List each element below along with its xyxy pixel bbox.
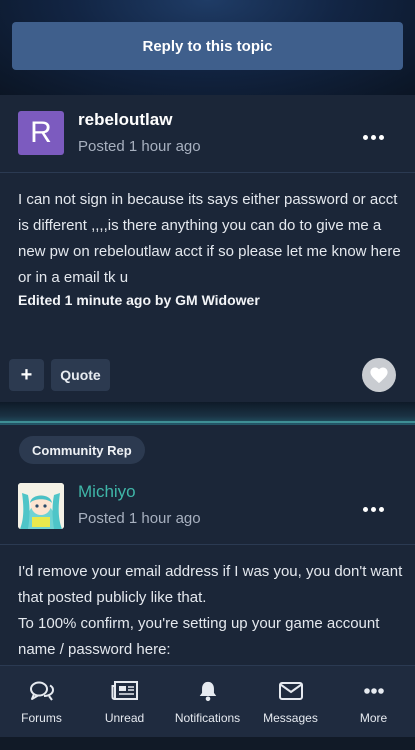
post-rebeloutlaw: R rebeloutlaw Posted 1 hour ago I can no…: [0, 95, 415, 402]
nav-messages[interactable]: Messages: [249, 666, 332, 737]
post-header: Community Rep Michiyo Posted 1 hour ago: [0, 425, 415, 545]
avatar[interactable]: R: [18, 111, 64, 155]
system-bar: [0, 737, 415, 750]
nav-notifications[interactable]: Notifications: [166, 666, 249, 737]
avatar[interactable]: [18, 483, 64, 529]
nav-label: Forums: [21, 711, 62, 725]
post-michiyo: Community Rep Michiyo Posted 1 hour ago …: [0, 425, 415, 665]
community-rep-badge: Community Rep: [19, 436, 145, 464]
more-dots-icon: [363, 688, 384, 694]
post-options-icon[interactable]: [363, 505, 385, 513]
nav-label: More: [359, 711, 388, 725]
forums-icon: [29, 681, 54, 701]
nav-unread[interactable]: Unread: [83, 666, 166, 737]
bell-icon: [199, 681, 216, 702]
envelope-icon: [278, 682, 303, 700]
edited-note: Edited 1 minute ago by GM Widower: [18, 292, 260, 308]
nav-more[interactable]: More: [332, 666, 415, 737]
post-options-icon[interactable]: [363, 133, 385, 141]
post-content: I can not sign in because its says eithe…: [18, 191, 401, 286]
post-timestamp: Posted 1 hour ago: [78, 138, 201, 155]
like-heart-icon[interactable]: [362, 358, 396, 392]
nav-label: Messages: [263, 711, 318, 725]
nav-forums[interactable]: Forums: [0, 666, 83, 737]
post-paragraph: I'd remove your email address if I was y…: [18, 563, 403, 606]
reply-to-topic-button[interactable]: Reply to this topic: [12, 22, 403, 70]
quote-button[interactable]: Quote: [51, 359, 110, 391]
post-author[interactable]: Michiyo: [78, 482, 136, 502]
nav-label: Notifications: [174, 711, 241, 725]
post-timestamp: Posted 1 hour ago: [78, 510, 201, 527]
nav-label: Unread: [104, 711, 145, 725]
post-divider: [0, 402, 415, 425]
multiquote-button[interactable]: +: [9, 359, 44, 391]
newspaper-icon: [111, 681, 138, 700]
post-content: I'd remove your email address if I was y…: [18, 559, 403, 663]
post-header: R rebeloutlaw Posted 1 hour ago: [0, 95, 415, 173]
bottom-navigation: Forums Unread Notifications Messages Mor…: [0, 665, 415, 737]
post-paragraph: To 100% confirm, you're setting up your …: [18, 615, 380, 658]
post-author[interactable]: rebeloutlaw: [78, 110, 172, 130]
